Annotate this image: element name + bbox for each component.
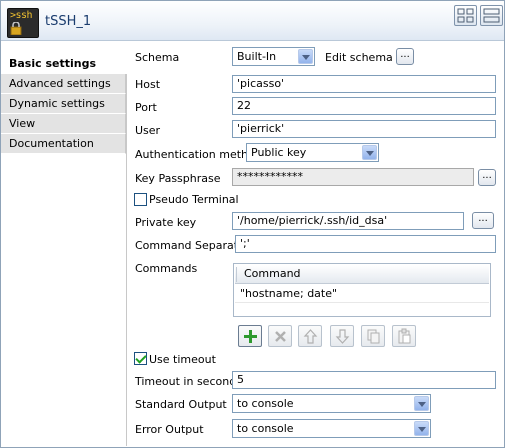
command-separator-label: Command Separator <box>135 239 250 252</box>
edit-schema-label: Edit schema <box>325 51 393 64</box>
schema-select[interactable]: Built-In <box>232 47 315 66</box>
component-header: >ssh tSSH_1 <box>1 1 504 41</box>
auth-method-label: Authentication method <box>135 148 262 161</box>
key-passphrase-button[interactable]: ... <box>478 169 496 186</box>
auth-method-select[interactable]: Public key <box>246 143 379 162</box>
arrow-down-icon <box>335 329 350 344</box>
chevron-down-icon <box>362 145 377 160</box>
paste-icon <box>398 328 411 344</box>
pseudo-terminal-checkbox[interactable] <box>134 193 147 206</box>
host-input[interactable]: 'picasso' <box>232 75 496 93</box>
use-timeout-checkbox[interactable] <box>134 352 147 365</box>
error-output-value: to console <box>237 422 294 435</box>
error-output-label: Error Output <box>135 423 204 436</box>
layout-list-button[interactable] <box>480 5 503 26</box>
use-timeout-label: Use timeout <box>149 353 216 366</box>
layout-grid-button[interactable] <box>454 5 477 26</box>
key-passphrase-input[interactable]: ************ <box>232 168 474 186</box>
commands-table[interactable]: Command "hostname; date" <box>233 263 491 317</box>
edit-schema-button[interactable]: ... <box>396 48 414 65</box>
chevron-down-icon <box>298 49 313 64</box>
delete-x-icon <box>275 331 286 342</box>
lock-icon <box>10 22 22 35</box>
standard-output-select[interactable]: to console <box>232 394 431 413</box>
component-title: tSSH_1 <box>45 14 92 29</box>
settings-nav: Basic settings Advanced settings Dynamic… <box>1 54 126 154</box>
nav-view[interactable]: View <box>1 114 126 134</box>
host-label: Host <box>135 78 161 91</box>
list-layout-icon <box>483 8 500 23</box>
port-input[interactable]: 22 <box>232 97 496 115</box>
nav-advanced-settings[interactable]: Advanced settings <box>1 74 126 94</box>
schema-select-value: Built-In <box>237 50 277 63</box>
standard-output-label: Standard Output <box>135 398 227 411</box>
copy-row-button[interactable] <box>361 325 385 347</box>
private-key-label: Private key <box>135 216 197 229</box>
timeout-seconds-label: Timeout in seconds <box>135 375 242 388</box>
commands-label: Commands <box>135 262 198 275</box>
add-row-button[interactable] <box>238 325 262 347</box>
remove-row-button[interactable] <box>268 325 292 347</box>
user-label: User <box>135 124 161 137</box>
nav-basic-settings[interactable]: Basic settings <box>1 54 126 74</box>
command-separator-input[interactable]: ';' <box>235 235 496 253</box>
nav-divider <box>126 74 127 446</box>
arrow-up-icon <box>303 329 318 344</box>
chevron-down-icon <box>414 396 429 411</box>
plus-icon <box>244 330 257 343</box>
commands-column-header[interactable]: Command <box>235 265 489 284</box>
standard-output-value: to console <box>237 397 294 410</box>
ssh-icon-text: >ssh <box>10 10 33 21</box>
paste-row-button[interactable] <box>392 325 416 347</box>
chevron-down-icon <box>414 421 429 436</box>
error-output-select[interactable]: to console <box>232 419 431 438</box>
schema-label: Schema <box>135 51 180 64</box>
user-input[interactable]: 'pierrick' <box>232 120 496 138</box>
auth-method-value: Public key <box>251 146 307 159</box>
table-row[interactable]: "hostname; date" <box>235 285 489 303</box>
nav-dynamic-settings[interactable]: Dynamic settings <box>1 94 126 114</box>
private-key-browse-button[interactable]: ... <box>472 212 494 229</box>
timeout-seconds-input[interactable]: 5 <box>232 371 496 389</box>
pseudo-terminal-label: Pseudo Terminal <box>149 193 239 206</box>
copy-icon <box>367 329 380 344</box>
ssh-component-icon: >ssh <box>7 8 39 38</box>
key-passphrase-label: Key Passphrase <box>135 172 221 185</box>
port-label: Port <box>135 101 157 114</box>
grid-layout-icon <box>457 8 474 23</box>
move-up-button[interactable] <box>298 325 322 347</box>
move-down-button[interactable] <box>330 325 354 347</box>
nav-documentation[interactable]: Documentation <box>1 134 126 154</box>
private-key-input[interactable]: '/home/pierrick/.ssh/id_dsa' <box>232 212 464 230</box>
